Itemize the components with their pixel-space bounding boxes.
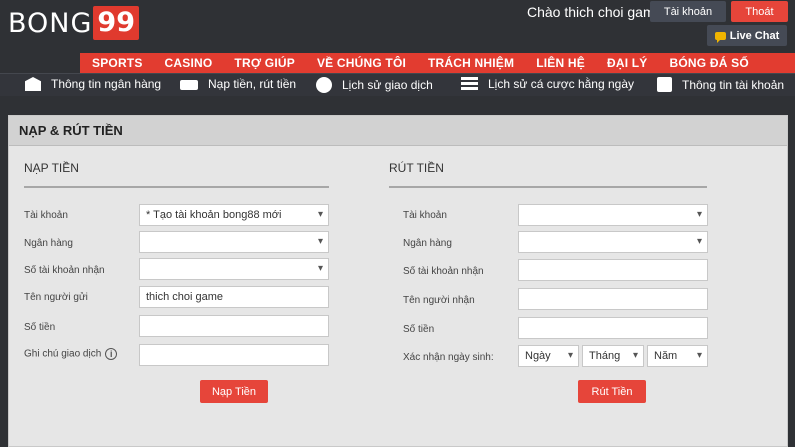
livechat-label: Live Chat: [729, 29, 780, 42]
deposit-receive-account-label: Số tài khoản nhận: [24, 265, 105, 276]
subnav-betting-history[interactable]: Lịch sử cá cược hằng ngày: [461, 77, 634, 91]
withdraw-account-number-input[interactable]: [518, 259, 708, 281]
withdraw-bank-label: Ngân hàng: [403, 238, 452, 249]
deposit-note-text: Ghi chú giao dịch: [24, 348, 102, 360]
deposit-divider: [24, 186, 329, 188]
bank-icon: [25, 77, 41, 91]
cash-icon: [180, 80, 198, 90]
deposit-account-label: Tài khoản: [24, 210, 68, 221]
withdraw-divider: [389, 186, 707, 188]
nav-contact[interactable]: LIÊN HỆ: [536, 56, 585, 70]
nav-sports[interactable]: SPORTS: [92, 56, 143, 70]
receiver-name-label: Tên người nhận: [403, 295, 475, 306]
dob-month-select[interactable]: Tháng: [582, 345, 644, 367]
subnav-account-info[interactable]: Thông tin tài khoản: [657, 77, 784, 92]
subnav-label: Lịch sử giao dịch: [342, 78, 433, 92]
deposit-amount-label: Số tiền: [24, 322, 56, 333]
deposit-account-select[interactable]: * Tạo tài khoản bong88 mới: [139, 204, 329, 226]
deposit-receive-account-select[interactable]: [139, 258, 329, 280]
sender-name-label: Tên người gửi: [24, 292, 88, 303]
withdraw-account-select[interactable]: [518, 204, 708, 226]
deposit-bank-select[interactable]: [139, 231, 329, 253]
withdraw-submit-button[interactable]: Rút Tiền: [578, 380, 646, 403]
subnav-label: Thông tin tài khoản: [682, 77, 785, 92]
deposit-withdraw-panel: NẠP & RÚT TIỀN NẠP TIỀN Tài khoản * Tạo …: [8, 115, 788, 447]
nav-help[interactable]: TRỢ GIÚP: [234, 56, 295, 70]
bong99-logo[interactable]: BONG 99: [8, 5, 139, 41]
dob-day-select[interactable]: Ngày: [518, 345, 579, 367]
deposit-title: NẠP TIỀN: [24, 161, 79, 175]
nav-about[interactable]: VỀ CHÚNG TÔI: [317, 56, 406, 70]
logout-button[interactable]: Thoát: [731, 1, 788, 22]
withdraw-bank-select[interactable]: [518, 231, 708, 253]
panel-title: NẠP & RÚT TIỀN: [9, 116, 787, 146]
subnav-deposit-withdraw[interactable]: Nạp tiền, rút tiền: [180, 77, 296, 91]
subnav-transaction-history[interactable]: Lịch sử giao dịch: [316, 77, 433, 93]
nav-responsibility[interactable]: TRÁCH NHIỆM: [428, 56, 514, 70]
info-icon[interactable]: i: [105, 348, 118, 360]
withdraw-account-label: Tài khoản: [403, 210, 447, 221]
livechat-button[interactable]: Live Chat: [707, 25, 787, 46]
logo-badge: 99: [93, 6, 139, 40]
greeting-text: Chào thich choi game: [527, 4, 663, 20]
user-icon: [657, 77, 672, 92]
nav-virtual-football[interactable]: BÓNG ĐÁ SỐ: [670, 56, 749, 70]
withdraw-title: RÚT TIỀN: [389, 161, 444, 175]
deposit-note-label: Ghi chú giao dịch i: [24, 348, 118, 360]
account-button[interactable]: Tài khoản: [650, 1, 726, 22]
subnav-label: Thông tin ngân hàng: [51, 77, 162, 91]
sender-name-input[interactable]: thich choi game: [139, 286, 329, 308]
withdraw-account-number-label: Số tài khoản nhận: [403, 266, 484, 277]
subnav-label: Nạp tiền, rút tiền: [208, 77, 297, 91]
top-header: BONG 99 Chào thich choi game Tài khoản T…: [0, 0, 795, 50]
chat-bubble-icon: [714, 31, 726, 43]
deposit-note-input[interactable]: [139, 344, 329, 366]
nav-agent[interactable]: ĐẠI LÝ: [607, 56, 648, 70]
deposit-bank-label: Ngân hàng: [24, 238, 73, 249]
receiver-name-input[interactable]: [518, 288, 708, 310]
subnav-bank-info[interactable]: Thông tin ngân hàng: [25, 77, 161, 91]
refresh-icon: [316, 77, 332, 93]
deposit-submit-button[interactable]: Nạp Tiền: [200, 380, 268, 403]
main-nav: SPORTS CASINO TRỢ GIÚP VỀ CHÚNG TÔI TRÁC…: [80, 53, 795, 73]
logo-text: BONG: [8, 7, 93, 39]
withdraw-amount-input[interactable]: [518, 317, 708, 339]
withdraw-amount-label: Số tiền: [403, 324, 435, 335]
subnav-label: Lịch sử cá cược hằng ngày: [488, 77, 635, 91]
deposit-amount-input[interactable]: [139, 315, 329, 337]
dob-year-select[interactable]: Năm: [647, 345, 708, 367]
nav-casino[interactable]: CASINO: [165, 56, 213, 70]
dob-label: Xác nhận ngày sinh:: [403, 352, 494, 363]
sub-nav: Thông tin ngân hàng Nạp tiền, rút tiền L…: [0, 73, 795, 96]
list-icon: [461, 77, 478, 91]
